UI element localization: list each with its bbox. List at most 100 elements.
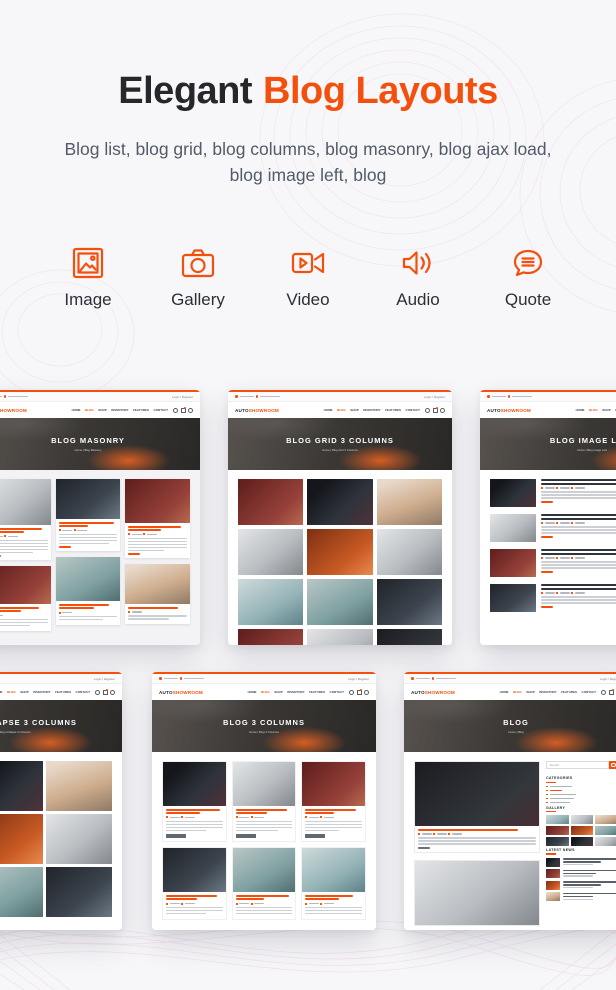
photo-thumbnail: [377, 629, 442, 645]
photo-thumbnail: [546, 858, 560, 867]
post-card: [56, 557, 121, 625]
title-dark: Elegant: [118, 70, 252, 112]
photo-thumbnail: [233, 848, 296, 892]
login-register-link: Login / Register: [172, 395, 193, 399]
mail-icon: [508, 395, 511, 398]
phone-icon: [159, 677, 162, 680]
search-input: Search...: [546, 761, 609, 769]
phone-icon: [235, 395, 238, 398]
photo-thumbnail: [0, 814, 43, 864]
quote-icon: [508, 240, 548, 286]
user-icon: [364, 690, 369, 695]
phone-icon: [411, 677, 414, 680]
post-card: [125, 479, 190, 558]
blog-layout-card-masonry[interactable]: Login / Register AUTOSHOWROOM HOMEBLOGSH…: [0, 390, 200, 645]
search-icon: [95, 690, 100, 695]
photo-thumbnail: [307, 479, 372, 525]
cart-icon: [103, 690, 108, 695]
mock-header: AUTOSHOWROOM HOMEBLOGSHOPINVENTORYFEATUR…: [228, 402, 452, 418]
mock-header: AUTOSHOWROOM HOMEBLOGSHOPINVENTORYFEATUR…: [480, 402, 616, 418]
blog-layout-card-3-columns[interactable]: Login / Register AUTOSHOWROOM HOMEBLOGSH…: [152, 672, 376, 930]
read-more-link: [541, 536, 553, 538]
post-card: [125, 564, 190, 624]
login-register-link: Login / Register: [600, 677, 616, 681]
photo-thumbnail: [377, 579, 442, 625]
search-icon: [173, 408, 178, 413]
post-card: [301, 761, 366, 842]
photo-thumbnail: [377, 479, 442, 525]
header-icons: [425, 408, 445, 413]
feature-audio: Audio: [363, 240, 473, 310]
mock-topbar: Login / Register: [152, 674, 376, 684]
mock-logo: AUTOSHOWROOM: [159, 690, 203, 695]
hero-banner: BLOG Home | Blog: [404, 700, 616, 752]
feature-label: Video: [286, 290, 329, 310]
breadcrumb: Home | Blog Collapse 3 Columns: [0, 730, 31, 734]
mock-logo: AUTOSHOWROOM: [411, 690, 455, 695]
mock-header: AUTOSHOWROOM HOMEBLOGSHOPINVENTORYFEATUR…: [0, 684, 122, 700]
read-more-button: [236, 834, 256, 839]
photo-grid: [0, 761, 112, 917]
blog-layout-card-blog[interactable]: Login / Register AUTOSHOWROOM HOMEBLOGSH…: [404, 672, 616, 930]
breadcrumb: Home | Blog Grid 3 Columns: [322, 448, 358, 452]
photo-thumbnail: [490, 514, 536, 542]
mock-nav: HOMEBLOGSHOPINVENTORYFEATURESCONTACT: [500, 690, 596, 694]
gallery-widget: [546, 815, 616, 846]
gallery-title: GALLERY: [546, 806, 616, 810]
read-more-link: [59, 546, 71, 548]
hero-title: BLOG MASONRY: [51, 436, 125, 445]
photo-thumbnail: [238, 529, 303, 575]
search-icon: [601, 690, 606, 695]
read-more-link: [0, 555, 1, 557]
blog-layout-card-image-left[interactable]: Login / Register AUTOSHOWROOM HOMEBLOGSH…: [480, 390, 616, 645]
blog-layout-card-grid-3-columns[interactable]: Login / Register AUTOSHOWROOM HOMEBLOGSH…: [228, 390, 452, 645]
mock-logo: AUTOSHOWROOM: [235, 408, 279, 413]
hero-banner: BLOG COLLAPSE 3 COLUMNS Home | Blog Coll…: [0, 700, 122, 752]
feature-image: Image: [33, 240, 143, 310]
post-card: [414, 860, 540, 926]
video-icon: [288, 240, 328, 286]
blog-layout-card-collapse-3-columns[interactable]: Login / Register AUTOSHOWROOM HOMEBLOGSH…: [0, 672, 122, 930]
latest-news-title: LATEST NEWS: [546, 848, 616, 852]
photo-thumbnail: [46, 814, 112, 864]
user-icon: [440, 408, 445, 413]
post-row: [490, 479, 616, 507]
search-button: [609, 761, 616, 769]
login-register-link: Login / Register: [94, 677, 115, 681]
photo-thumbnail: [546, 881, 560, 890]
feature-label: Quote: [505, 290, 551, 310]
photo-thumbnail: [490, 479, 536, 507]
blog-body: Search... CATEGORIES GALLERY: [404, 752, 616, 930]
photo-thumbnail: [0, 479, 51, 525]
post-card: [0, 479, 51, 560]
post-columns: [162, 761, 366, 842]
categories-list: [546, 786, 616, 804]
mock-nav: HOMEBLOGSHOPINVENTORYFEATURESCONTACT: [576, 408, 616, 412]
feature-label: Audio: [396, 290, 439, 310]
breadcrumb: Home | Blog Masonry: [75, 448, 102, 452]
feature-video: Video: [253, 240, 363, 310]
title-accent: Blog Layouts: [263, 70, 498, 112]
post-card: [56, 479, 121, 551]
photo-thumbnail: [163, 762, 226, 806]
photo-thumbnail: [238, 479, 303, 525]
hero-banner: BLOG 3 COLUMNS Home | Blog 3 Columns: [152, 700, 376, 752]
feature-label: Gallery: [171, 290, 225, 310]
mock-topbar: Login / Register: [404, 674, 616, 684]
cart-icon: [357, 690, 362, 695]
sidebar: Search... CATEGORIES GALLERY: [546, 761, 616, 922]
camera-icon: [178, 240, 218, 286]
photo-thumbnail: [546, 892, 560, 901]
photo-thumbnail: [307, 529, 372, 575]
photo-thumbnail: [571, 826, 594, 835]
read-more-link: [541, 606, 553, 608]
mock-nav: HOMEBLOGSHOPINVENTORYFEATURESCONTACT: [324, 408, 420, 412]
photo-thumbnail: [490, 549, 536, 577]
photo-thumbnail: [595, 815, 616, 824]
cart-icon: [433, 408, 438, 413]
post-columns: [162, 847, 366, 920]
mock-header: AUTOSHOWROOM HOMEBLOGSHOPINVENTORYFEATUR…: [0, 402, 200, 418]
feature-label: Image: [64, 290, 111, 310]
login-register-link: Login / Register: [348, 677, 369, 681]
read-more-link: [418, 847, 430, 849]
